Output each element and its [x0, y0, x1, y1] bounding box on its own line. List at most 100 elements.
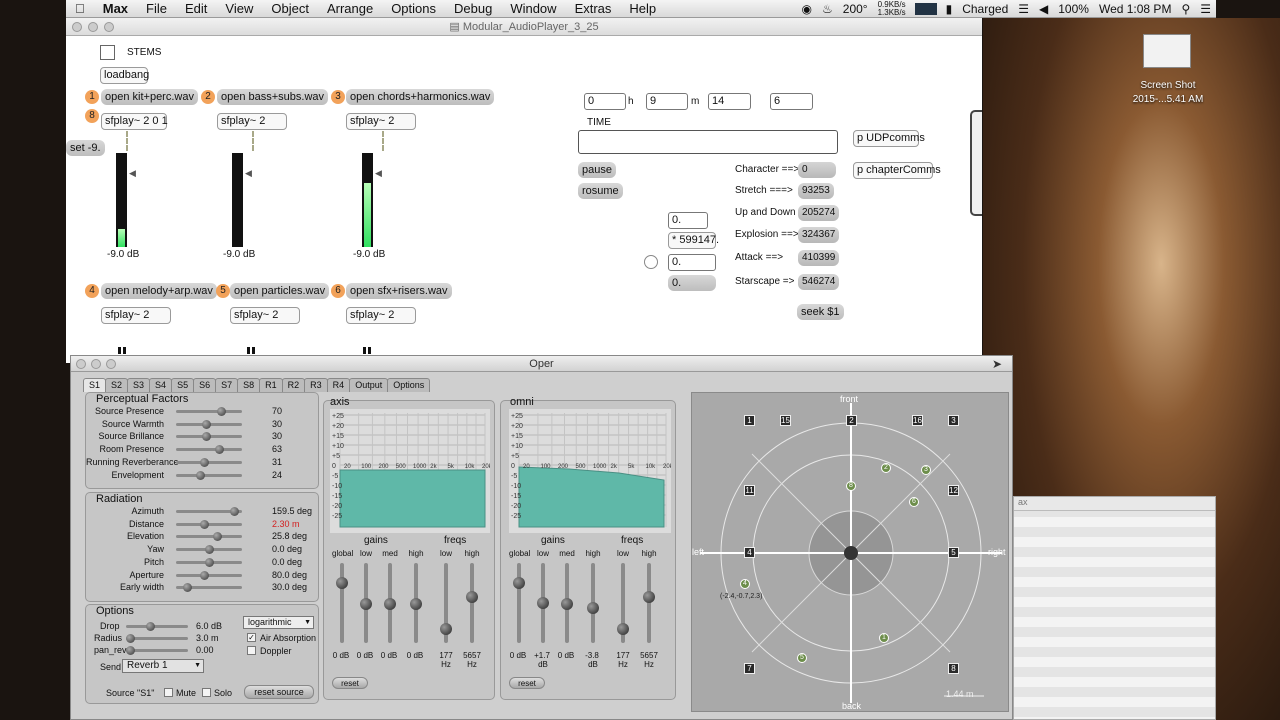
number-c[interactable]: 0. [668, 275, 716, 291]
open-bass-message[interactable]: open bass+subs.wav [217, 89, 329, 105]
zoom-button[interactable] [106, 359, 116, 369]
record-icon[interactable]: ◉ [797, 2, 817, 16]
axis-gain-knob[interactable] [360, 598, 372, 610]
source-4[interactable]: 4 [740, 579, 750, 589]
omni-gain-slider[interactable] [587, 563, 599, 643]
multiply-object[interactable]: * 599147. [668, 232, 719, 249]
source-presence-knob[interactable] [216, 407, 226, 416]
stems-toggle[interactable] [100, 45, 115, 60]
sfplay-object-4[interactable]: sfplay~ 2 [101, 307, 171, 324]
running-reverberance-knob[interactable] [200, 457, 210, 467]
speaker-8[interactable]: 8 [948, 663, 959, 674]
open-kit-message[interactable]: open kit+perc.wav [101, 89, 198, 105]
speaker-15[interactable]: 15 [780, 415, 791, 426]
speaker-2[interactable]: 2 [846, 415, 857, 426]
aperture-knob[interactable] [200, 570, 210, 580]
sfplay-object-5[interactable]: sfplay~ 2 [230, 307, 300, 324]
elevation-knob[interactable] [213, 532, 223, 542]
axis-freq-knob[interactable] [466, 591, 478, 603]
omni-gain-knob[interactable] [587, 601, 599, 614]
yaw-knob[interactable] [205, 545, 214, 555]
tab-output[interactable]: Output [349, 378, 389, 392]
panrev-knob[interactable] [126, 646, 135, 655]
pitch-slider[interactable] [176, 557, 242, 567]
open-melody-message[interactable]: open melody+arp.wav [101, 283, 217, 299]
menu-edit[interactable]: Edit [176, 1, 216, 16]
source-brillance-knob[interactable] [202, 432, 212, 442]
cue-message-attack[interactable]: 410399 [798, 250, 840, 266]
menu-max[interactable]: Max [94, 1, 137, 16]
tab-s5[interactable]: S5 [171, 378, 195, 392]
cue-message-explosion[interactable]: 324367 [798, 227, 840, 243]
frames-number[interactable]: 6 [770, 93, 813, 110]
number-b[interactable]: 0. [668, 254, 716, 271]
source-presence-slider[interactable] [176, 407, 242, 416]
axis-gain-knob[interactable] [336, 577, 348, 589]
set-message[interactable]: set -9. [66, 140, 105, 156]
azimuth-slider[interactable] [176, 507, 242, 516]
tab-s8[interactable]: S8 [237, 378, 261, 392]
axis-reset-button[interactable]: reset [332, 677, 368, 689]
cpu-graph-icon[interactable] [914, 3, 937, 15]
speaker-16[interactable]: 16 [912, 415, 923, 426]
minutes-number[interactable]: 9 [646, 93, 688, 110]
drop-knob[interactable] [146, 622, 155, 631]
azimuth-knob[interactable] [229, 507, 239, 516]
resume-message[interactable]: rosume [578, 183, 623, 199]
axis-gain-slider[interactable] [360, 563, 372, 643]
axis-gain-knob[interactable] [384, 598, 396, 610]
drop-slider[interactable] [126, 622, 188, 631]
cue-message-starscape[interactable]: 546274 [798, 274, 840, 290]
battery-percent[interactable]: 100% [1053, 2, 1094, 16]
distance-mode-dropdown[interactable]: logarithmic ▼ [243, 616, 314, 629]
mute-checkbox[interactable] [164, 688, 173, 697]
chapter-comms-object[interactable]: p chapterComms [853, 162, 941, 179]
source-3[interactable]: 3 [921, 465, 931, 475]
tab-s3[interactable]: S3 [127, 378, 151, 392]
sfplay-object-6[interactable]: sfplay~ 2 [346, 307, 416, 324]
menu-extras[interactable]: Extras [566, 1, 621, 16]
omni-freq-slider[interactable] [617, 563, 629, 643]
cue-message-updown[interactable]: 205274 [798, 205, 840, 221]
omni-eq-graph[interactable]: +25 +20 +15 +10 +5 0 -5 -10 -15 -20 -25 20 100 200 500… [509, 409, 671, 533]
open-particles-message[interactable]: open particles.wav [230, 283, 330, 299]
source-warmth-knob[interactable] [202, 419, 212, 429]
search-icon[interactable]: ⚲ [1176, 2, 1195, 16]
axis-gain-knob[interactable] [410, 598, 422, 610]
cue-message-character[interactable]: 0 [798, 162, 836, 178]
tab-s1[interactable]: S1 [83, 378, 107, 392]
omni-freq-knob[interactable] [643, 591, 655, 603]
axis-gain-slider[interactable] [410, 563, 422, 643]
early-width-knob[interactable] [182, 583, 192, 593]
source-brillance-slider[interactable] [176, 432, 242, 442]
omni-freq-knob[interactable] [617, 622, 629, 635]
room-presence-knob[interactable] [215, 445, 225, 455]
air-absorption-checkbox[interactable]: ✓ [247, 633, 256, 642]
distance-slider[interactable] [176, 519, 242, 529]
background-window[interactable]: ax [1013, 496, 1216, 720]
axis-freq-slider[interactable] [466, 563, 478, 643]
radius-slider[interactable] [126, 634, 188, 643]
omni-gain-slider[interactable] [513, 563, 525, 643]
source-2[interactable]: 2 [881, 463, 891, 473]
bang-button[interactable] [644, 255, 658, 269]
menu-debug[interactable]: Debug [445, 1, 501, 16]
menu-arrange[interactable]: Arrange [318, 1, 382, 16]
close-button[interactable] [72, 22, 82, 32]
hours-number[interactable]: 0 [584, 93, 626, 110]
tab-r3[interactable]: R3 [304, 378, 328, 392]
wifi-icon[interactable]: ☰ [1013, 2, 1034, 16]
thermometer-icon[interactable]: ♨ [817, 2, 838, 16]
speaker-3[interactable]: 3 [948, 415, 959, 426]
open-sfx-message[interactable]: open sfx+risers.wav [346, 283, 452, 299]
side-panel[interactable] [970, 110, 982, 216]
envelopment-slider[interactable] [176, 470, 242, 480]
axis-eq-graph[interactable]: +25 +20 +15 +10 +5 0 -5 -10 -15 -20 -25 20 100 200 500… [330, 409, 490, 533]
yaw-slider[interactable] [176, 545, 242, 555]
temperature[interactable]: 200° [838, 2, 873, 16]
axis-gain-slider[interactable] [336, 563, 348, 643]
menu-view[interactable]: View [216, 1, 262, 16]
zoom-button[interactable] [104, 22, 114, 32]
tab-s4[interactable]: S4 [149, 378, 173, 392]
menu-help[interactable]: Help [620, 1, 665, 16]
